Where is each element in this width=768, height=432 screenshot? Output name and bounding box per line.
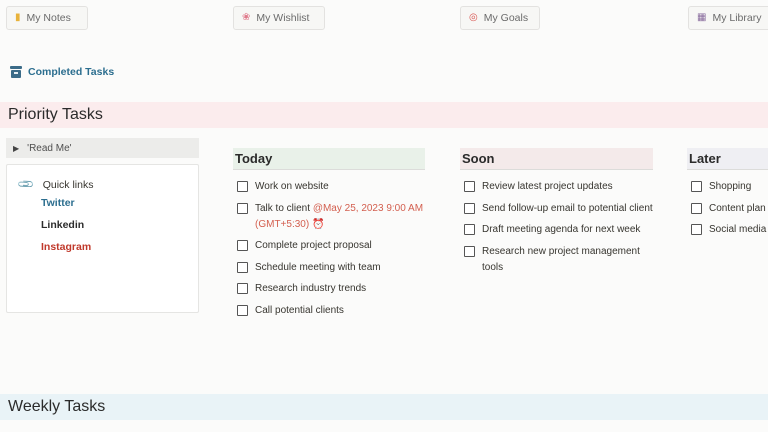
read-me-toggle[interactable]: ▶ 'Read Me' xyxy=(6,138,199,158)
task-item: Social media xyxy=(687,222,768,238)
later-column: Later Shopping Content plan Social media xyxy=(687,148,768,244)
task-item: Call potential clients xyxy=(233,303,425,319)
completed-tasks-link[interactable]: Completed Tasks xyxy=(10,66,114,78)
quick-links-callout: 📎 Quick links Twitter Linkedin Instagram xyxy=(6,164,199,313)
books-icon: ▦ xyxy=(697,12,707,23)
task-item: Shopping xyxy=(687,179,768,195)
completed-tasks-label: Completed Tasks xyxy=(28,66,115,78)
task-checkbox[interactable] xyxy=(237,304,248,316)
nav-label: My Goals xyxy=(483,12,529,24)
nav-my-goals-button[interactable]: ◎ My Goals xyxy=(460,6,540,30)
task-label: Review latest project updates xyxy=(482,181,613,192)
task-label: Shopping xyxy=(709,181,752,192)
notepad-icon: ▮ xyxy=(15,12,21,23)
task-checkbox[interactable] xyxy=(237,240,248,251)
task-checkbox[interactable] xyxy=(464,202,475,214)
task-item: Research industry trends xyxy=(233,281,425,297)
task-label: Send follow-up email to potential client xyxy=(482,202,653,214)
task-checkbox[interactable] xyxy=(237,283,248,294)
nav-label: My Notes xyxy=(26,12,71,24)
task-label: Research new project management tools xyxy=(482,245,640,273)
twitter-link[interactable]: Twitter xyxy=(41,197,75,209)
priority-tasks-heading: Priority Tasks xyxy=(0,102,768,128)
later-header: Later xyxy=(687,148,768,170)
nav-label: My Wishlist xyxy=(256,12,310,24)
task-checkbox[interactable] xyxy=(237,202,248,214)
ribbon-icon: ❀ xyxy=(242,12,251,23)
task-label: Research industry trends xyxy=(255,283,367,294)
task-label-with-reminder: Talk to client @May 25, 2023 9:00 AM (GM… xyxy=(255,201,425,233)
task-label: Complete project proposal xyxy=(255,240,372,251)
task-label: Social media xyxy=(709,224,767,235)
task-item: Send follow-up email to potential client xyxy=(460,201,653,217)
alarm-clock-icon: ⏰ xyxy=(311,218,325,230)
nav-my-library-button[interactable]: ▦ My Library xyxy=(688,6,768,30)
today-column: Today Work on website Talk to client @Ma… xyxy=(233,148,425,324)
soon-column: Soon Review latest project updates Send … xyxy=(460,148,653,281)
task-item: Talk to client @May 25, 2023 9:00 AM (GM… xyxy=(233,201,425,233)
task-label: Content plan xyxy=(709,202,766,214)
read-me-label: 'Read Me' xyxy=(27,142,72,154)
task-item: Schedule meeting with team xyxy=(233,260,425,276)
nav-my-wishlist-button[interactable]: ❀ My Wishlist xyxy=(233,6,325,30)
task-label: Call potential clients xyxy=(255,304,344,316)
task-item: Draft meeting agenda for next week xyxy=(460,222,653,238)
paperclip-icon: 📎 xyxy=(17,175,36,194)
task-label: Schedule meeting with team xyxy=(255,261,381,273)
task-checkbox[interactable] xyxy=(691,181,702,192)
task-label: Draft meeting agenda for next week xyxy=(482,224,641,235)
task-checkbox[interactable] xyxy=(237,181,248,192)
task-label: Work on website xyxy=(255,181,329,192)
task-checkbox[interactable] xyxy=(464,245,475,257)
task-checkbox[interactable] xyxy=(691,202,702,214)
nav-label: My Library xyxy=(712,12,762,24)
quick-links-title: Quick links xyxy=(42,178,94,191)
task-checkbox[interactable] xyxy=(691,224,702,235)
task-item: Review latest project updates xyxy=(460,179,653,195)
nav-my-notes-button[interactable]: ▮ My Notes xyxy=(6,6,88,30)
task-checkbox[interactable] xyxy=(464,224,475,235)
task-item: Content plan xyxy=(687,201,768,217)
weekly-tasks-title: Weekly Tasks xyxy=(8,398,106,415)
task-checkbox[interactable] xyxy=(464,181,475,192)
today-header: Today xyxy=(233,148,425,170)
weekly-tasks-heading: Weekly Tasks xyxy=(0,394,768,420)
soon-header: Soon xyxy=(460,148,653,170)
quick-links-header: 📎 Quick links xyxy=(17,175,94,194)
task-item: Work on website xyxy=(233,179,425,195)
priority-tasks-title: Priority Tasks xyxy=(8,106,103,123)
task-item: Research new project management tools xyxy=(460,244,653,276)
task-label: Talk to client xyxy=(255,202,311,214)
linkedin-link[interactable]: Linkedin xyxy=(41,219,84,231)
task-checkbox[interactable] xyxy=(237,261,248,273)
triangle-right-icon: ▶ xyxy=(13,143,20,153)
target-icon: ◎ xyxy=(469,12,478,23)
task-item: Complete project proposal xyxy=(233,238,425,254)
archive-icon xyxy=(10,66,22,78)
instagram-link[interactable]: Instagram xyxy=(41,241,91,253)
